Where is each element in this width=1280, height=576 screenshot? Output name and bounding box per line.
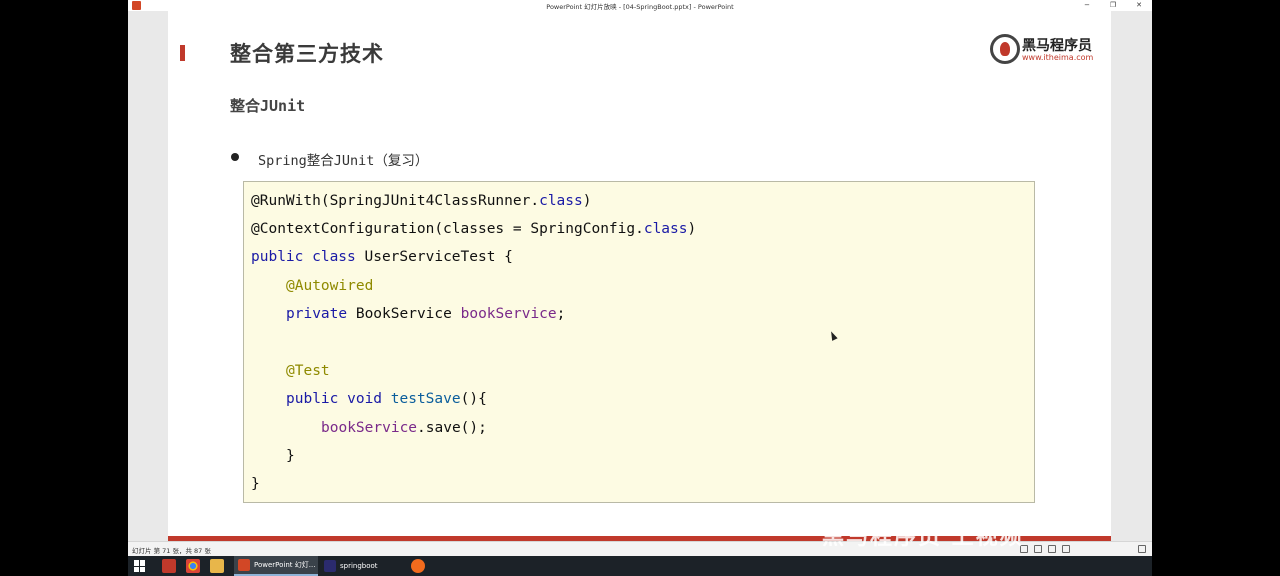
code-line-2: @ContextConfiguration(classes = SpringCo…	[251, 221, 697, 237]
code-line-10: }	[286, 448, 295, 464]
slide-show-area: 整合第三方技术 黑马程序员 www.itheima.com 整合JUnit Sp…	[128, 11, 1152, 541]
code-line-5: private BookService bookService;	[286, 306, 566, 322]
slide-subtitle: 整合JUnit	[230, 97, 306, 115]
fit-slide-icon[interactable]	[1138, 545, 1146, 553]
bullet-icon	[231, 153, 239, 161]
app-icon-orange[interactable]	[411, 559, 425, 573]
logo-url: www.itheima.com	[1022, 53, 1094, 62]
logo-brand: 黑马程序员	[1022, 38, 1092, 54]
maximize-button[interactable]: ❐	[1100, 0, 1126, 11]
slide-counter: 幻灯片 第 71 张，共 87 张	[132, 547, 211, 555]
slideshow-icon[interactable]	[1062, 545, 1070, 553]
code-line-11: }	[251, 476, 260, 492]
minimize-button[interactable]: −	[1074, 0, 1100, 11]
intellij-icon	[324, 560, 336, 572]
taskbar: PowerPoint 幻灯... springboot	[128, 556, 1152, 576]
taskbar-app-springboot[interactable]: springboot	[320, 556, 400, 576]
slide-title: 整合第三方技术	[230, 42, 384, 66]
code-line-9: bookService.save();	[321, 420, 487, 436]
slide-sorter-icon[interactable]	[1034, 545, 1042, 553]
code-line-7: @Test	[286, 363, 330, 379]
code-line-1: @RunWith(SpringJUnit4ClassRunner.class)	[251, 193, 592, 209]
code-line-4: @Autowired	[286, 278, 374, 294]
logo-horse-icon	[990, 34, 1020, 64]
watermark: 黑马程序员 上视频	[822, 525, 1024, 550]
close-button[interactable]: ✕	[1126, 0, 1152, 11]
title-bar: PowerPoint 幻灯片放映 - [04-SpringBoot.pptx] …	[128, 0, 1152, 11]
slide[interactable]: 整合第三方技术 黑马程序员 www.itheima.com 整合JUnit Sp…	[168, 11, 1111, 541]
window-title: PowerPoint 幻灯片放映 - [04-SpringBoot.pptx] …	[546, 3, 734, 11]
chrome-icon[interactable]	[186, 559, 200, 573]
code-block: @RunWith(SpringJUnit4ClassRunner.class) …	[243, 181, 1035, 503]
title-accent-bar	[180, 45, 185, 61]
powerpoint-window: PowerPoint 幻灯片放映 - [04-SpringBoot.pptx] …	[128, 0, 1152, 556]
code-line-8: public void testSave(){	[286, 391, 487, 407]
start-button[interactable]	[134, 560, 146, 572]
bullet-text: Spring整合JUnit（复习）	[258, 153, 429, 169]
powerpoint-icon	[238, 559, 250, 571]
file-explorer-icon[interactable]	[210, 559, 224, 573]
itheima-logo: 黑马程序员 www.itheima.com	[990, 34, 1094, 64]
reading-view-icon[interactable]	[1048, 545, 1056, 553]
app-icon-1[interactable]	[162, 559, 176, 573]
taskbar-app-powerpoint[interactable]: PowerPoint 幻灯...	[234, 556, 318, 576]
code-line-3: public class UserServiceTest {	[251, 249, 513, 265]
